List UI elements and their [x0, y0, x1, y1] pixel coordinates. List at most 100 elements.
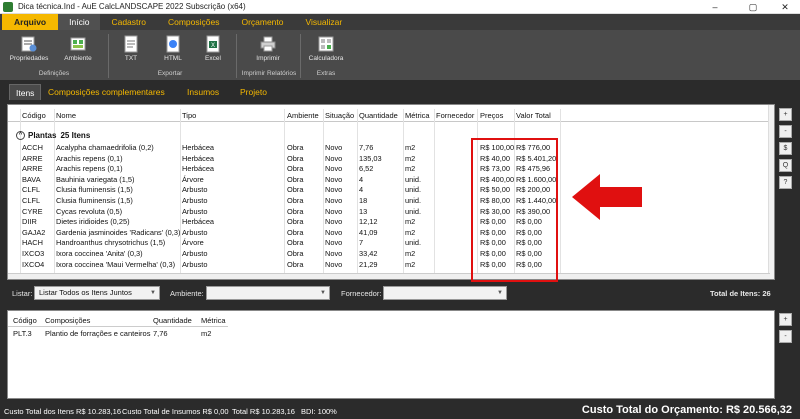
- items-table: Código Nome Tipo Ambiente Situação Quant…: [7, 104, 775, 280]
- excel-file-icon: X: [206, 35, 220, 53]
- cell-ambiente: Obra: [287, 259, 304, 269]
- ribbon: Propriedades Ambiente TXT HTML X Excel I…: [0, 30, 800, 81]
- col-situacao[interactable]: Situação: [325, 111, 354, 120]
- composition-row[interactable]: PLT.3 Plantio de forrações e canteiros 7…: [8, 327, 228, 339]
- col-tipo[interactable]: Tipo: [182, 111, 196, 120]
- comp-col-quantidade[interactable]: Quantidade: [153, 316, 192, 325]
- table-row[interactable]: HACH Handroanthus chrysotrichus (1,5) Árvo…: [8, 238, 770, 249]
- excel-label: Excel: [205, 55, 221, 62]
- table-row[interactable]: ACCH Acalypha chamaedrifolia (0,2) Herbáce…: [8, 143, 770, 154]
- help-button[interactable]: ?: [779, 176, 792, 189]
- export-txt-button[interactable]: TXT: [118, 35, 144, 62]
- fornecedor-select[interactable]: ▼: [383, 286, 507, 300]
- comp-col-composicoes[interactable]: Composições: [45, 316, 90, 325]
- menu-tab-arquivo[interactable]: Arquivo: [2, 14, 59, 30]
- col-nome[interactable]: Nome: [56, 111, 76, 120]
- cell-tipo: Arbusto: [182, 248, 208, 258]
- collapse-icon[interactable]: ^: [16, 131, 25, 140]
- ambiente-select[interactable]: ▼: [206, 286, 330, 300]
- ambiente-button[interactable]: Ambiente: [60, 35, 96, 62]
- table-row[interactable]: CLFL Clusia fluminensis (1,5) Arbusto Obra N…: [8, 185, 770, 196]
- group-header-plantas[interactable]: ^ Plantas 25 Itens: [16, 131, 90, 140]
- table-row[interactable]: ARRE Arachis repens (0,1) Herbácea Obra Novo…: [8, 164, 770, 175]
- listar-select[interactable]: Listar Todos os Itens Juntos ▼: [34, 286, 160, 300]
- add-composition-button[interactable]: +: [779, 313, 792, 326]
- menu-tab-visualizar[interactable]: Visualizar: [295, 14, 354, 30]
- table-row[interactable]: ARRE Arachis repens (0,1) Herbácea Obra Novo…: [8, 154, 770, 165]
- menu-tab-cadastro[interactable]: Cadastro: [100, 14, 157, 30]
- properties-label: Propriedades: [9, 55, 49, 62]
- close-button[interactable]: ✕: [770, 0, 800, 14]
- cell-metrica: unid.: [405, 185, 422, 195]
- cell-ambiente: Obra: [287, 185, 304, 195]
- total-items-count: Total de Itens: 26: [710, 289, 771, 298]
- cell-quantidade: 21,29: [359, 259, 378, 269]
- price-button[interactable]: $: [779, 142, 792, 155]
- comp-codigo: PLT.3: [13, 329, 32, 338]
- cell-ambiente: Obra: [287, 248, 304, 258]
- table-row[interactable]: DIIR Dietes iridioides (0,25) Herbácea Obra…: [8, 217, 770, 228]
- comp-col-metrica[interactable]: Métrica: [201, 316, 226, 325]
- table-row[interactable]: GAJA2 Gardenia jasminoides 'Radicans' (0,…: [8, 228, 770, 239]
- properties-button[interactable]: Propriedades: [8, 35, 50, 62]
- col-ambiente[interactable]: Ambiente: [287, 111, 319, 120]
- txt-file-icon: [124, 35, 138, 53]
- cell-codigo: ACCH: [22, 143, 43, 152]
- ambiente-label: Ambiente: [64, 55, 92, 62]
- printer-icon: [260, 36, 276, 52]
- cell-codigo: BAVA: [22, 174, 41, 184]
- col-codigo[interactable]: Código: [22, 111, 46, 120]
- export-html-button[interactable]: HTML: [160, 35, 186, 62]
- col-quantidade[interactable]: Quantidade: [359, 111, 398, 120]
- comp-col-codigo[interactable]: Código: [13, 316, 37, 325]
- ambiente-filter-label: Ambiente:: [170, 289, 204, 298]
- status-bar: Custo Total dos Itens R$ 10.283,16 Custo…: [0, 402, 800, 419]
- table-row[interactable]: IXCO4 Ixora coccinea 'Maui Vermelha' (0,3…: [8, 260, 770, 271]
- cell-codigo: GAJA2: [22, 227, 46, 237]
- cell-metrica: unid.: [405, 238, 422, 248]
- table-row[interactable]: CLFL Clusia fluminensis (1,5) Arbusto Obra N…: [8, 196, 770, 207]
- group-count: 25 Itens: [60, 131, 91, 140]
- col-valor-total[interactable]: Valor Total: [516, 111, 551, 120]
- menu-tab-inicio[interactable]: Início: [58, 14, 101, 30]
- remove-item-button[interactable]: -: [779, 125, 792, 138]
- tab-itens[interactable]: Itens: [9, 84, 42, 100]
- tab-composicoes-complementares[interactable]: Composições complementares: [48, 84, 165, 100]
- vertical-scrollbar[interactable]: [768, 105, 774, 279]
- ribbon-group-definicoes: Definições: [38, 70, 70, 77]
- cell-metrica: m2: [405, 143, 416, 152]
- listar-value: Listar Todos os Itens Juntos: [39, 288, 132, 297]
- compositions-header: Código Composições Quantidade Métrica: [8, 314, 228, 327]
- col-precos[interactable]: Preços: [480, 111, 503, 120]
- tab-projeto[interactable]: Projeto: [240, 84, 267, 100]
- cell-situacao: Novo: [325, 217, 343, 227]
- chevron-down-icon: ▼: [320, 290, 326, 296]
- menu-tab-orcamento[interactable]: Orçamento: [230, 14, 294, 30]
- table-row[interactable]: BAVA Bauhinia variegata (1,5) Árvore Obra No…: [8, 175, 770, 186]
- table-row[interactable]: IXCO3 Ixora coccinea 'Anita' (0,3) Arbusto…: [8, 249, 770, 260]
- print-button[interactable]: Imprimir: [248, 35, 288, 62]
- cell-tipo: Arbusto: [182, 259, 208, 269]
- fornecedor-filter-label: Fornecedor:: [341, 289, 382, 298]
- col-metrica[interactable]: Métrica: [405, 111, 430, 120]
- maximize-button[interactable]: ▢: [738, 0, 768, 14]
- add-item-button[interactable]: +: [779, 108, 792, 121]
- cell-nome: Gardenia jasminoides 'Radicans' (0,3): [56, 227, 181, 237]
- horizontal-scrollbar[interactable]: [8, 273, 770, 279]
- ambiente-icon: [70, 37, 86, 51]
- export-excel-button[interactable]: X Excel: [200, 35, 226, 62]
- tab-insumos[interactable]: Insumos: [187, 84, 219, 100]
- search-button[interactable]: Q: [779, 159, 792, 172]
- minimize-button[interactable]: –: [700, 0, 730, 14]
- cell-ambiente: Obra: [287, 143, 304, 152]
- ribbon-separator: [108, 34, 109, 78]
- remove-composition-button[interactable]: -: [779, 330, 792, 343]
- cell-codigo: DIIR: [22, 217, 37, 227]
- cell-tipo: Arbusto: [182, 185, 208, 195]
- table-row[interactable]: CYRE Cycas revoluta (0,5) Arbusto Obra Novo 1…: [8, 207, 770, 218]
- cell-ambiente: Obra: [287, 164, 304, 174]
- menu-tab-composicoes[interactable]: Composições: [157, 14, 231, 30]
- col-fornecedor[interactable]: Fornecedor: [436, 111, 474, 120]
- calculator-button[interactable]: Calculadora: [308, 35, 344, 62]
- calculator-icon: [318, 36, 334, 52]
